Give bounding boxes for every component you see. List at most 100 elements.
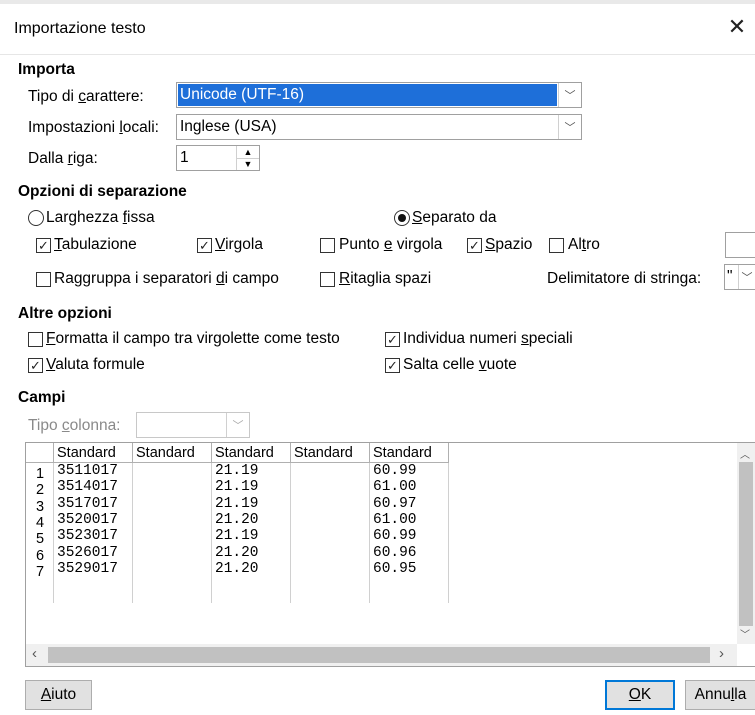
table-cell: 3517017: [57, 495, 118, 512]
table-cell: 60.99: [373, 463, 417, 479]
table-cell: 3526017: [57, 544, 118, 561]
string-delimiter-combo[interactable]: " ﹀: [724, 264, 755, 290]
merge-delimiters-checkbox[interactable]: [36, 272, 51, 287]
help-button[interactable]: Aiuto: [25, 680, 92, 710]
fixed-width-label[interactable]: Larghezza fissa: [46, 209, 155, 227]
table-cell: 21.20: [215, 560, 259, 577]
column-divider: [448, 463, 449, 603]
table-cell: 21.19: [215, 528, 259, 545]
table-cell: 60.95: [373, 560, 417, 577]
detect-special-label[interactable]: Individua numeri speciali: [403, 330, 573, 348]
vertical-scroll-thumb[interactable]: [739, 462, 753, 626]
skip-empty-label[interactable]: Salta celle vuote: [403, 356, 517, 374]
charset-value: Unicode (UTF-16): [178, 84, 557, 106]
chevron-down-icon[interactable]: ﹀: [558, 83, 581, 107]
scroll-down-icon[interactable]: ﹀: [740, 626, 750, 641]
preview-grid[interactable]: Standard Standard Standard Standard Stan…: [25, 442, 755, 667]
column-divider: [132, 463, 133, 603]
table-cell: 61.00: [373, 511, 417, 528]
table-cell: 21.19: [215, 463, 259, 479]
stepper-down-icon[interactable]: ▼: [236, 158, 259, 170]
trim-spaces-label[interactable]: Ritaglia spazi: [339, 270, 431, 288]
other-label[interactable]: Altro: [568, 236, 600, 254]
column-type-combo[interactable]: ﹀: [136, 412, 250, 438]
row-number: 6: [35, 547, 45, 564]
row-number: 3: [35, 498, 45, 515]
column-header[interactable]: Standard: [291, 443, 370, 463]
from-row-label: Dalla riga:: [28, 150, 98, 167]
tab-checkbox[interactable]: ✓: [36, 238, 51, 253]
table-cell: 61.00: [373, 479, 417, 496]
column-divider: [369, 463, 370, 603]
row-number: 4: [35, 514, 45, 531]
ok-button[interactable]: OK: [605, 680, 675, 710]
separator-section-title: Opzioni di separazione: [18, 183, 187, 200]
fields-section-title: Campi: [18, 389, 66, 406]
table-cell: 60.97: [373, 495, 417, 512]
table-cell: 3529017: [57, 560, 118, 577]
table-cell: 3514017: [57, 479, 118, 496]
scroll-up-icon[interactable]: ︿: [740, 446, 750, 461]
quoted-as-text-label[interactable]: Formatta il campo tra virgolette come te…: [46, 330, 340, 348]
comma-label[interactable]: Virgola: [215, 236, 263, 254]
row-number: 1: [35, 466, 45, 482]
row-number: 7: [35, 563, 45, 580]
table-cell: 21.20: [215, 544, 259, 561]
space-checkbox[interactable]: ✓: [467, 238, 482, 253]
table-cell: 21.20: [215, 511, 259, 528]
chevron-down-icon[interactable]: ﹀: [738, 265, 755, 289]
semicolon-checkbox[interactable]: [320, 238, 335, 253]
cancel-button[interactable]: Annu l la: [685, 680, 755, 710]
charset-combo[interactable]: Unicode (UTF-16) ﹀: [176, 82, 582, 108]
quoted-as-text-checkbox[interactable]: [28, 332, 43, 347]
detect-special-checkbox[interactable]: ✓: [385, 332, 400, 347]
chevron-down-icon[interactable]: ﹀: [226, 413, 249, 437]
table-cell: 3523017: [57, 528, 118, 545]
horizontal-scroll-thumb[interactable]: [48, 647, 710, 663]
table-cell: 60.99: [373, 528, 417, 545]
row-number: 2: [35, 482, 45, 499]
column-header[interactable]: Standard: [54, 443, 133, 463]
from-row-value: 1: [180, 149, 189, 166]
other-separator-input[interactable]: [725, 232, 755, 258]
locale-combo[interactable]: Inglese (USA) ﹀: [176, 114, 582, 140]
locale-label: Impostazioni locali:: [28, 119, 159, 136]
column-divider: [290, 463, 291, 603]
locale-value: Inglese (USA): [180, 118, 277, 135]
fixed-width-radio[interactable]: [28, 210, 44, 226]
space-label[interactable]: Spazio: [485, 236, 532, 254]
scroll-left-icon[interactable]: ‹: [32, 645, 37, 662]
table-cell: 21.19: [215, 479, 259, 496]
evaluate-formulas-checkbox[interactable]: ✓: [28, 358, 43, 373]
tab-label[interactable]: Tabulazione: [54, 236, 137, 254]
scroll-right-icon[interactable]: ›: [719, 645, 724, 662]
table-cell: 21.19: [215, 495, 259, 512]
merge-delimiters-label[interactable]: Raggruppa i separatori di campo: [54, 270, 279, 288]
comma-checkbox[interactable]: ✓: [197, 238, 212, 253]
column-divider: [53, 463, 54, 603]
trim-spaces-checkbox[interactable]: [320, 272, 335, 287]
table-cell: 60.96: [373, 544, 417, 561]
chevron-down-icon[interactable]: ﹀: [558, 115, 581, 139]
separated-by-radio[interactable]: [394, 210, 410, 226]
window-title: Importazione testo: [14, 20, 146, 37]
other-options-section-title: Altre opzioni: [18, 305, 112, 322]
skip-empty-checkbox[interactable]: ✓: [385, 358, 400, 373]
evaluate-formulas-label[interactable]: Valuta formule: [46, 356, 145, 374]
from-row-stepper[interactable]: 1 ▲ ▼: [176, 145, 260, 171]
column-header[interactable]: Standard: [212, 443, 291, 463]
column-header[interactable]: Standard: [133, 443, 212, 463]
column-header[interactable]: Standard: [370, 443, 449, 463]
separated-by-label[interactable]: Separato da: [412, 209, 496, 227]
row-number: 5: [35, 531, 45, 548]
string-delimiter-value: ": [727, 268, 733, 285]
table-cell: 3520017: [57, 511, 118, 528]
column-divider: [211, 463, 212, 603]
grid-corner: [26, 443, 54, 463]
charset-label: Tipo di carattere:: [28, 88, 144, 105]
semicolon-label[interactable]: Punto e virgola: [339, 236, 442, 254]
import-section-title: Importa: [18, 61, 75, 78]
close-icon[interactable]: ✕: [722, 14, 752, 40]
other-checkbox[interactable]: [549, 238, 564, 253]
column-type-label: Tipo colonna:: [28, 417, 121, 434]
